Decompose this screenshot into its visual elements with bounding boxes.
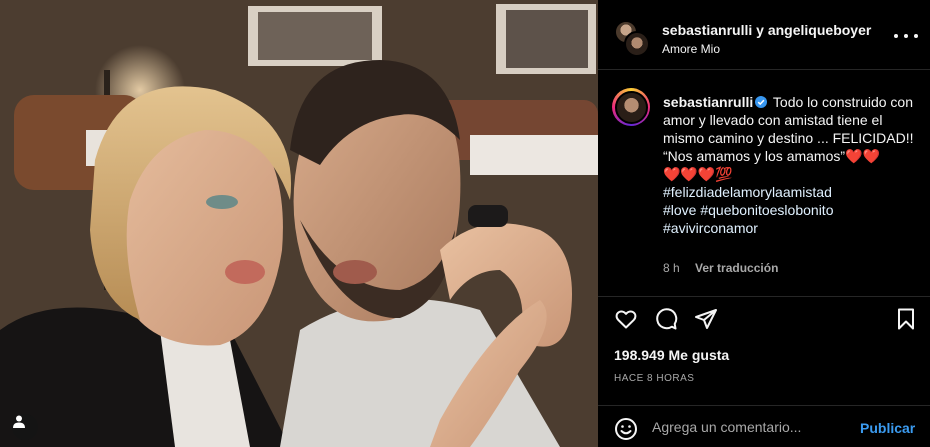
comment-icon[interactable]	[654, 307, 678, 331]
avatar[interactable]	[624, 31, 650, 57]
comment-input[interactable]	[652, 415, 852, 439]
post-side-panel: sebastianrulli y angeliqueboyer Amore Mi…	[598, 0, 930, 447]
username-link[interactable]: angeliqueboyer	[768, 22, 871, 38]
caption-emojis: ❤️❤️❤️💯	[663, 166, 733, 182]
post-photo-image	[0, 0, 598, 447]
hashtag-link[interactable]: #felizdiadelamorylaamistad	[663, 183, 923, 201]
post-authors: sebastianrulli y angeliqueboyer	[662, 22, 871, 38]
heart-icon[interactable]	[614, 307, 638, 331]
more-horizontal-icon	[894, 34, 898, 38]
see-translation-button[interactable]: Ver traducción	[695, 261, 778, 275]
caption: sebastianrulli Todo lo construido con am…	[598, 71, 930, 295]
publish-button[interactable]: Publicar	[860, 420, 915, 436]
caption-meta: 8 h Ver traducción	[663, 261, 778, 275]
post-header: sebastianrulli y angeliqueboyer Amore Mi…	[598, 0, 930, 70]
likes-count[interactable]: 198.949 Me gusta	[614, 347, 729, 363]
emoji-icon[interactable]	[614, 417, 638, 441]
user-tag-icon	[13, 415, 25, 428]
post-photo[interactable]	[0, 0, 598, 447]
bookmark-icon[interactable]	[894, 307, 918, 331]
share-icon[interactable]	[694, 307, 718, 331]
tagged-users-button[interactable]	[12, 414, 38, 440]
comment-form: Publicar	[598, 405, 930, 447]
authors-conjunction: y	[756, 22, 764, 38]
username-link[interactable]: sebastianrulli	[662, 22, 752, 38]
caption-username[interactable]: sebastianrulli	[663, 94, 753, 110]
caption-quote: “Nos amamos y los amamos”❤️❤️	[663, 148, 880, 164]
post-actions	[598, 296, 930, 340]
post-timestamp[interactable]: HACE 8 HORAS	[614, 373, 694, 384]
caption-text: sebastianrulli Todo lo construido con am…	[663, 93, 923, 237]
caption-avatar[interactable]	[612, 88, 650, 126]
more-options-button[interactable]	[894, 28, 918, 44]
audio-link[interactable]: Amore Mio	[662, 42, 720, 56]
collab-avatars[interactable]	[614, 20, 652, 58]
verified-badge-icon	[755, 96, 768, 108]
hashtag-link[interactable]: #avivirconamor	[663, 219, 923, 237]
hashtag-link[interactable]: #love #quebonitoeslobonito	[663, 201, 923, 219]
caption-time: 8 h	[663, 261, 680, 275]
